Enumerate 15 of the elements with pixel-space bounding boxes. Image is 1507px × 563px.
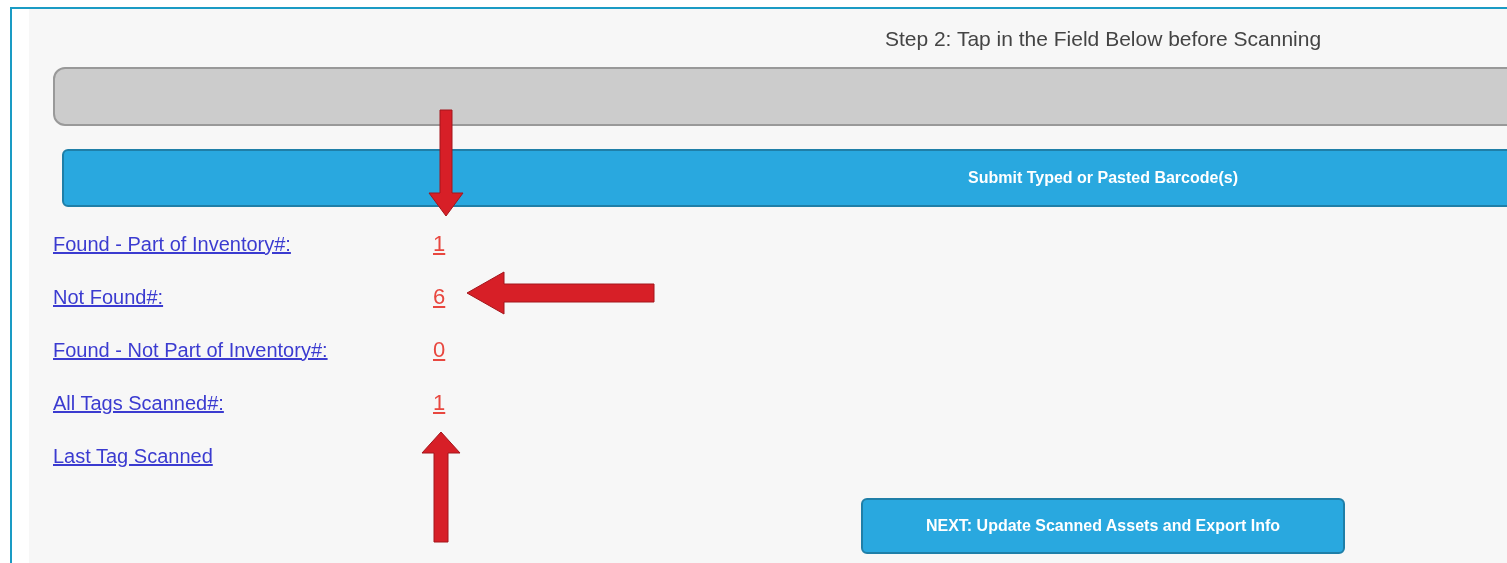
step-instruction: Step 2: Tap in the Field Below before Scanning <box>884 27 1322 51</box>
up-arrow-icon <box>421 431 461 543</box>
stat-link[interactable]: All Tags Scanned#: <box>53 387 433 418</box>
stat-count-link[interactable]: 0 <box>433 333 446 366</box>
down-arrow-icon <box>428 109 464 217</box>
stat-link[interactable]: Not Found#: <box>53 281 433 312</box>
submit-barcodes-button[interactable]: Submit Typed or Pasted Barcode(s) <box>62 149 1507 207</box>
next-update-button[interactable]: NEXT: Update Scanned Assets and Export Info <box>861 498 1345 554</box>
stat-count-link[interactable]: 1 <box>433 386 446 419</box>
stat-link[interactable]: Last Tag Scanned <box>53 440 433 471</box>
left-arrow-icon <box>466 271 655 315</box>
stat-link[interactable]: Found - Part of Inventory#: <box>53 228 433 259</box>
stat-count-link[interactable]: 6 <box>433 280 446 313</box>
stat-link[interactable]: Found - Not Part of Inventory#: <box>53 334 433 365</box>
stat-count-link[interactable]: 1 <box>433 227 446 260</box>
